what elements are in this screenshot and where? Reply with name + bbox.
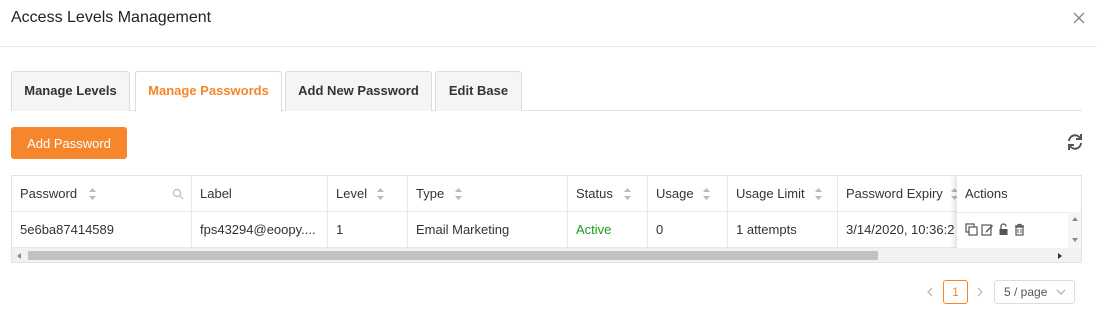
refresh-icon[interactable] xyxy=(1066,133,1084,151)
dialog-title: Access Levels Management xyxy=(11,9,212,26)
chevron-down-icon xyxy=(1056,289,1066,295)
actions-column: Actions xyxy=(957,176,1081,248)
column-header-label[interactable]: Label xyxy=(192,176,328,212)
trash-icon[interactable] xyxy=(1013,223,1026,236)
horizontal-scrollbar[interactable] xyxy=(12,248,1081,262)
sort-icon[interactable] xyxy=(454,187,463,201)
chevron-left-icon xyxy=(927,287,933,297)
horizontal-scroll-thumb[interactable] xyxy=(28,251,878,260)
table-cell-usage-limit: 1 attempts xyxy=(728,212,838,248)
tab-bar: Manage Levels Manage Passwords Add New P… xyxy=(11,71,1082,112)
next-page-button[interactable] xyxy=(972,280,988,304)
table-cell-password: 5e6ba87414589 xyxy=(12,212,192,248)
close-icon[interactable] xyxy=(1069,8,1089,28)
tab-manage-passwords[interactable]: Manage Passwords xyxy=(135,71,282,112)
scroll-up-icon[interactable] xyxy=(1071,216,1079,222)
column-header-usage-limit[interactable]: Usage Limit xyxy=(728,176,838,212)
add-password-button[interactable]: Add Password xyxy=(11,127,127,159)
table-cell-status: Active xyxy=(568,212,648,248)
column-header-usage[interactable]: Usage xyxy=(648,176,728,212)
passwords-table: Password Label Level Type Status Usage U… xyxy=(11,175,1082,263)
column-header-level[interactable]: Level xyxy=(328,176,408,212)
edit-icon[interactable] xyxy=(981,223,994,236)
sort-icon[interactable] xyxy=(814,187,823,201)
table-cell-expiry: 3/14/2020, 10:36:2 xyxy=(838,212,968,248)
tab-add-new-password[interactable]: Add New Password xyxy=(285,71,432,111)
chevron-right-icon xyxy=(977,287,983,297)
dialog-header: Access Levels Management xyxy=(0,0,1097,47)
status-badge: Active xyxy=(576,222,612,237)
scroll-right-icon[interactable] xyxy=(1057,252,1063,260)
sort-icon[interactable] xyxy=(376,187,385,201)
column-header-password-expiry[interactable]: Password Expiry xyxy=(838,176,968,212)
page-size-select[interactable]: 5 / page xyxy=(994,280,1075,304)
column-header-status[interactable]: Status xyxy=(568,176,648,212)
table-cell-level: 1 xyxy=(328,212,408,248)
table-cell-label: fps43294@eoopy.... xyxy=(192,212,328,248)
table-cell-type: Email Marketing xyxy=(408,212,568,248)
copy-icon[interactable] xyxy=(965,223,978,236)
scroll-left-icon[interactable] xyxy=(16,252,22,260)
scroll-down-icon[interactable] xyxy=(1071,237,1079,243)
column-header-password[interactable]: Password xyxy=(12,176,192,212)
column-header-type[interactable]: Type xyxy=(408,176,568,212)
sort-icon[interactable] xyxy=(623,187,632,201)
page-number-button[interactable]: 1 xyxy=(943,280,968,304)
column-header-actions: Actions xyxy=(965,186,1008,201)
search-icon[interactable] xyxy=(172,188,184,200)
vertical-scrollbar[interactable] xyxy=(1068,212,1081,248)
sort-icon[interactable] xyxy=(88,187,97,201)
tab-manage-levels[interactable]: Manage Levels xyxy=(11,71,130,111)
sort-icon[interactable] xyxy=(702,187,711,201)
prev-page-button[interactable] xyxy=(922,280,938,304)
unlock-icon[interactable] xyxy=(997,223,1010,236)
table-cell-usage: 0 xyxy=(648,212,728,248)
tab-edit-base[interactable]: Edit Base xyxy=(435,71,522,111)
